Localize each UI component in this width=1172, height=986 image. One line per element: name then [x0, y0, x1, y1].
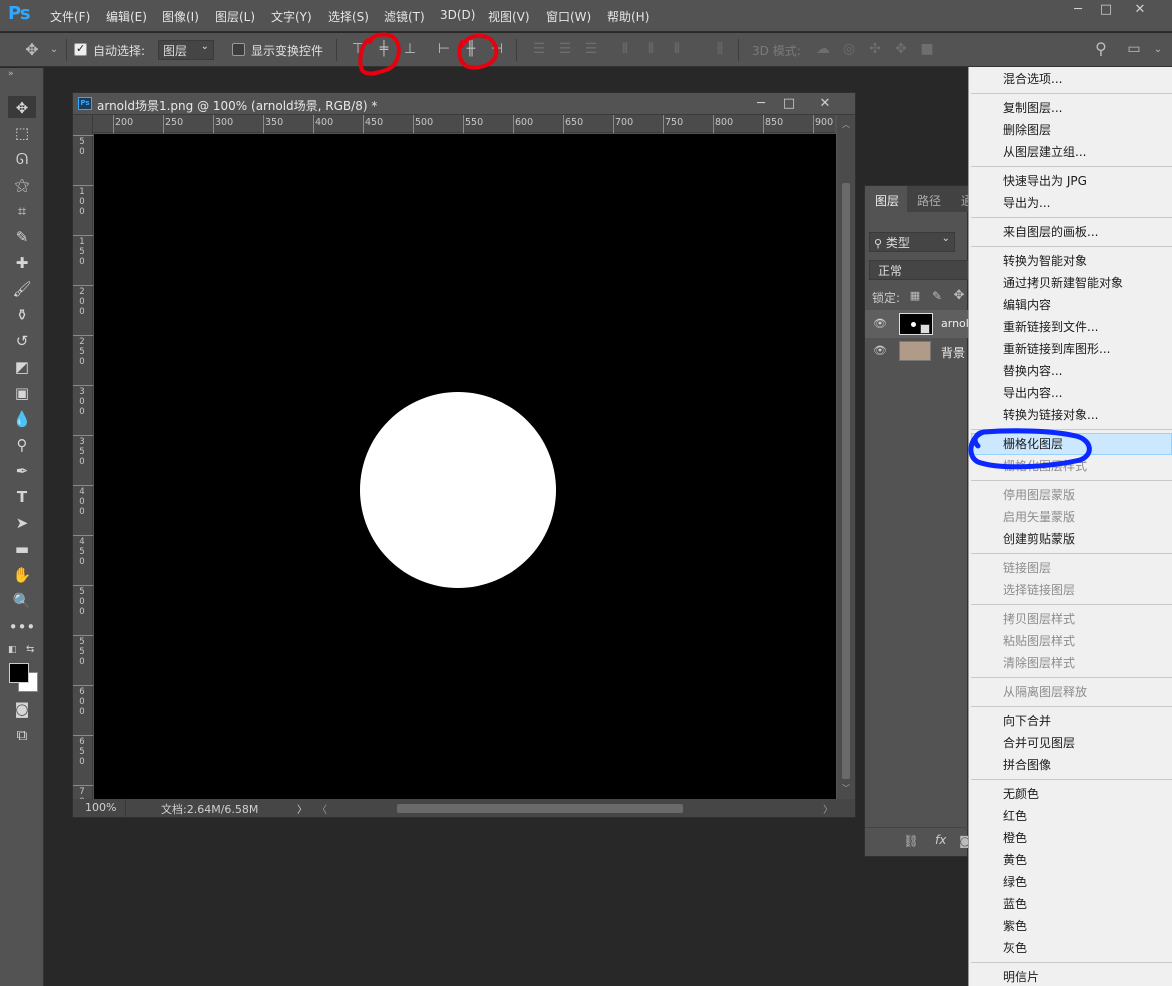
blue-circle-annotation	[968, 428, 1092, 470]
annotation-overlay	[358, 32, 1092, 470]
red-circle-annotation	[457, 33, 499, 70]
red-circle-annotation	[358, 32, 401, 76]
